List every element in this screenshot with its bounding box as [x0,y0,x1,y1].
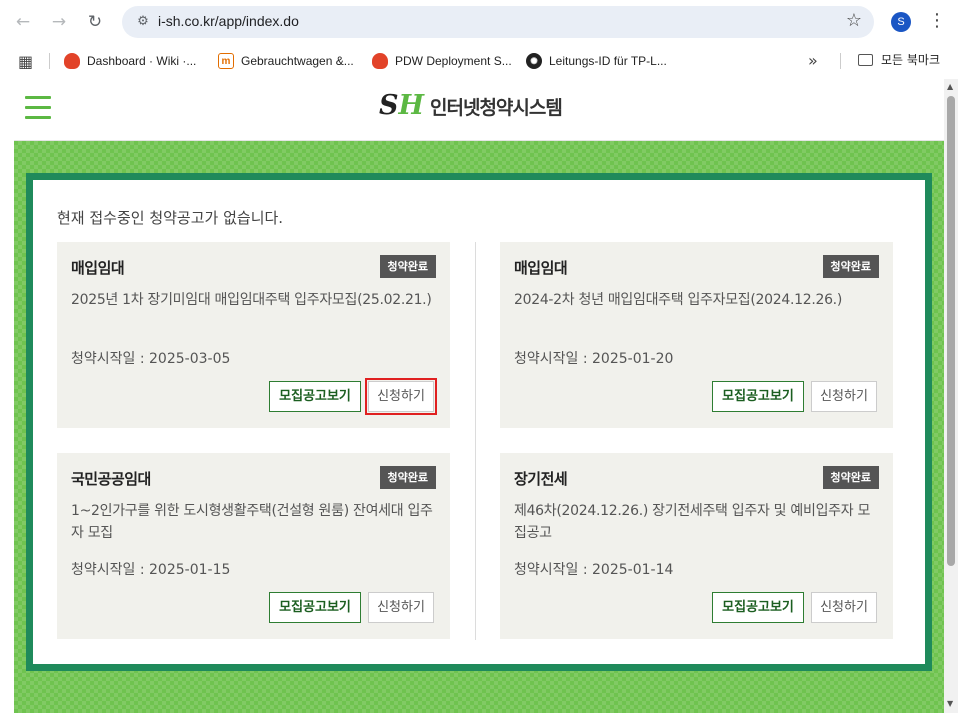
gitlab-icon [372,53,388,69]
site-title: 인터넷청약시스템 [430,96,563,119]
bookmark-separator [49,53,50,69]
all-bookmarks-folder[interactable]: 모든 북마크 [858,51,940,68]
m-icon: m [218,53,234,69]
browser-menu-icon[interactable]: ⋮ [928,10,946,31]
bookmark-label: Gebrauchtwagen &... [241,54,354,68]
announcement-card: 국민공공임대 청약완료 1~2인가구를 위한 도시형생활주택(건설형 원룸) 잔… [57,453,450,639]
bookmark-label: Dashboard · Wiki ·... [87,54,197,68]
page-scrollbar[interactable]: ▲ ▼ [944,79,958,713]
bookmark-separator [840,53,841,69]
site-header: SH 인터넷청약시스템 [14,79,944,141]
card-description[interactable]: 2025년 1차 장기미임대 매입임대주택 입주자모집(25.02.21.) [71,289,433,311]
browser-toolbar: ← → ↻ ⚙ i-sh.co.kr/app/index.do ☆ S ⋮ [0,0,958,44]
bookmark-gebrauchtwagen[interactable]: m Gebrauchtwagen &... [218,51,354,71]
card-start-date: 청약시작일 : 2025-03-05 [71,351,231,367]
address-bar[interactable]: ⚙ i-sh.co.kr/app/index.do ☆ [122,6,874,38]
content-background: 현재 접수중인 청약공고가 없습니다. 매입임대 청약완료 2025년 1차 장… [14,141,944,713]
apply-button[interactable]: 신청하기 [365,378,437,415]
view-notice-button[interactable]: 모집공고보기 [269,381,361,412]
bookmarks-bar: ▦ Dashboard · Wiki ·... m Gebrauchtwagen… [0,44,958,78]
card-title: 매입임대 [71,259,125,277]
status-badge: 청약완료 [822,255,879,278]
card-title: 국민공공임대 [71,470,151,488]
site-logo[interactable]: SH 인터넷청약시스템 [379,90,563,121]
url-text[interactable]: i-sh.co.kr/app/index.do [158,13,299,29]
no-announcement-notice: 현재 접수중인 청약공고가 없습니다. [57,209,284,227]
folder-icon [858,53,873,66]
forward-icon[interactable]: → [45,8,73,36]
openai-icon: ✺ [526,53,542,69]
column-divider [475,242,476,640]
apply-button[interactable]: 신청하기 [811,592,877,623]
card-start-date: 청약시작일 : 2025-01-20 [514,351,674,367]
announcement-card: 매입임대 청약완료 2024-2차 청년 매입임대주택 입주자모집(2024.1… [500,242,893,428]
card-title: 장기전세 [514,470,568,488]
bookmark-star-icon[interactable]: ☆ [846,10,862,31]
scroll-down-icon[interactable]: ▼ [947,699,953,708]
hamburger-menu-icon[interactable] [25,96,53,120]
status-badge: 청약완료 [822,466,879,489]
card-description[interactable]: 제46차(2024.12.26.) 장기전세주택 입주자 및 예비입주자 모집공… [514,500,876,544]
scroll-thumb[interactable] [947,96,955,566]
apply-button[interactable]: 신청하기 [368,592,434,623]
status-badge: 청약완료 [379,466,436,489]
bookmark-label: Leitungs-ID für TP-L... [549,54,667,68]
gitlab-icon [64,53,80,69]
card-description[interactable]: 1~2인가구를 위한 도시형생활주택(건설형 원룸) 잔여세대 입주자 모집 [71,500,433,544]
bookmark-label: PDW Deployment S... [395,54,512,68]
all-bookmarks-label: 모든 북마크 [881,53,941,67]
view-notice-button[interactable]: 모집공고보기 [269,592,361,623]
card-title: 매입임대 [514,259,568,277]
status-badge: 청약완료 [379,255,436,278]
card-description[interactable]: 2024-2차 청년 매입임대주택 입주자모집(2024.12.26.) [514,289,876,311]
apps-grid-icon[interactable]: ▦ [18,52,33,71]
sh-logo-mark: SH [379,90,425,121]
announcement-card: 매입임대 청약완료 2025년 1차 장기미임대 매입임대주택 입주자모집(25… [57,242,450,428]
reload-icon[interactable]: ↻ [81,8,109,36]
site-info-icon[interactable]: ⚙ [134,13,152,31]
profile-avatar[interactable]: S [891,12,911,32]
bookmark-leitungs-id[interactable]: ✺ Leitungs-ID für TP-L... [526,51,667,71]
card-start-date: 청약시작일 : 2025-01-14 [514,562,674,578]
bookmark-pdw-deployment[interactable]: PDW Deployment S... [372,51,512,71]
back-icon[interactable]: ← [9,8,37,36]
bookmark-dashboard-wiki[interactable]: Dashboard · Wiki ·... [64,51,196,71]
apply-button[interactable]: 신청하기 [811,381,877,412]
announcement-panel: 현재 접수중인 청약공고가 없습니다. 매입임대 청약완료 2025년 1차 장… [26,173,932,671]
view-notice-button[interactable]: 모집공고보기 [712,592,804,623]
announcement-card: 장기전세 청약완료 제46차(2024.12.26.) 장기전세주택 입주자 및… [500,453,893,639]
scroll-up-icon[interactable]: ▲ [947,82,953,91]
page-viewport: SH 인터넷청약시스템 현재 접수중인 청약공고가 없습니다. 매입임대 청약완… [0,79,958,713]
card-start-date: 청약시작일 : 2025-01-15 [71,562,231,578]
view-notice-button[interactable]: 모집공고보기 [712,381,804,412]
more-bookmarks-icon[interactable]: » [808,51,818,70]
